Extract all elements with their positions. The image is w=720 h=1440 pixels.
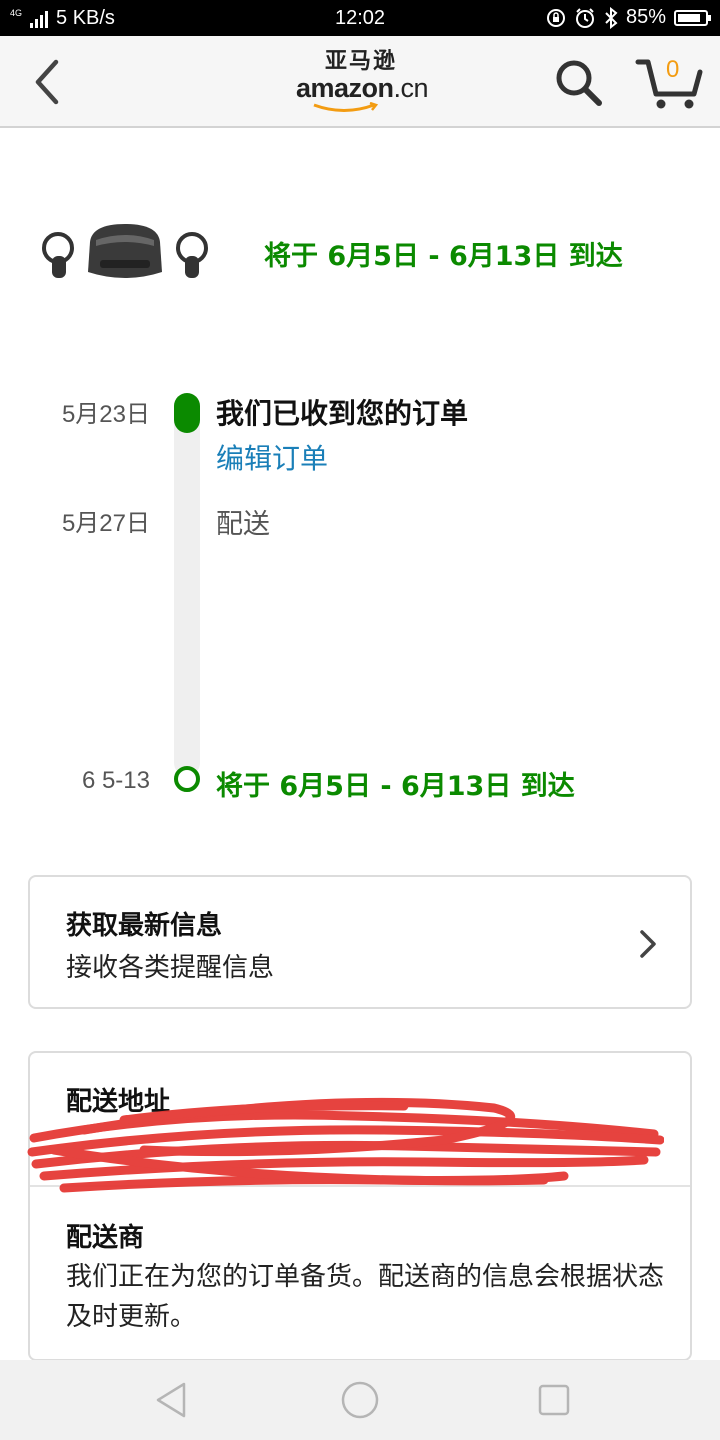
timeline-date-shipping: 5月27日 [61,510,150,537]
timeline-end-marker [174,766,200,792]
edit-order-link[interactable]: 编辑订单 [216,437,328,477]
status-right: 85% [546,6,711,29]
logo-cn-text: 亚马逊 [324,49,397,74]
delivery-estimate: 将于 6月5日 - 6月13日 到达 [264,241,623,272]
timeline-title-ordered: 我们已收到您的订单 [216,397,469,430]
timeline-progress [174,393,200,433]
updates-card[interactable]: 获取最新信息 接收各类提醒信息 [28,875,692,1009]
status-bar: 4G 5 KB/s 12:02 85% [0,0,720,36]
timeline-date-arrival: 6 5-13 [81,767,150,794]
updates-title: 获取最新信息 [66,911,223,941]
chevron-right-icon [640,930,656,958]
battery-icon [674,9,711,26]
timeline-title-arrival: 将于 6月5日 - 6月13日 到达 [216,771,575,802]
timeline-date-ordered: 5月23日 [61,401,150,428]
logo-amazon: amazon [296,73,394,103]
app-header: 亚马逊 amazon.cn 0 [0,36,720,128]
alarm-icon [575,7,594,28]
carrier-title: 配送商 [66,1223,145,1253]
back-arrow-icon[interactable] [26,56,70,108]
amazon-logo[interactable]: 亚马逊 amazon.cn [296,49,429,114]
lock-rotation-icon [546,8,565,27]
carrier-text: 我们正在为您的订单备货。配送商的信息会根据状态及时更新。 [66,1262,665,1332]
logo-domain: .cn [393,73,429,103]
nav-back-icon[interactable] [150,1378,194,1422]
timeline-title-shipping: 配送 [216,509,270,540]
search-icon[interactable] [552,56,606,110]
logo-smile-icon [313,102,379,112]
nav-recents-icon[interactable] [532,1378,576,1422]
bluetooth-icon [605,6,618,29]
redaction-scribble [27,1097,664,1193]
battery-percent: 85% [625,6,666,28]
cart-count: 0 [666,56,680,83]
battery-level [678,13,700,22]
logo-en-text: amazon.cn [296,73,429,103]
product-image[interactable] [40,220,214,286]
nav-home-icon[interactable] [338,1378,382,1422]
timeline-track [174,393,200,776]
updates-subtitle: 接收各类提醒信息 [66,953,275,983]
system-nav-bar [0,1360,720,1440]
